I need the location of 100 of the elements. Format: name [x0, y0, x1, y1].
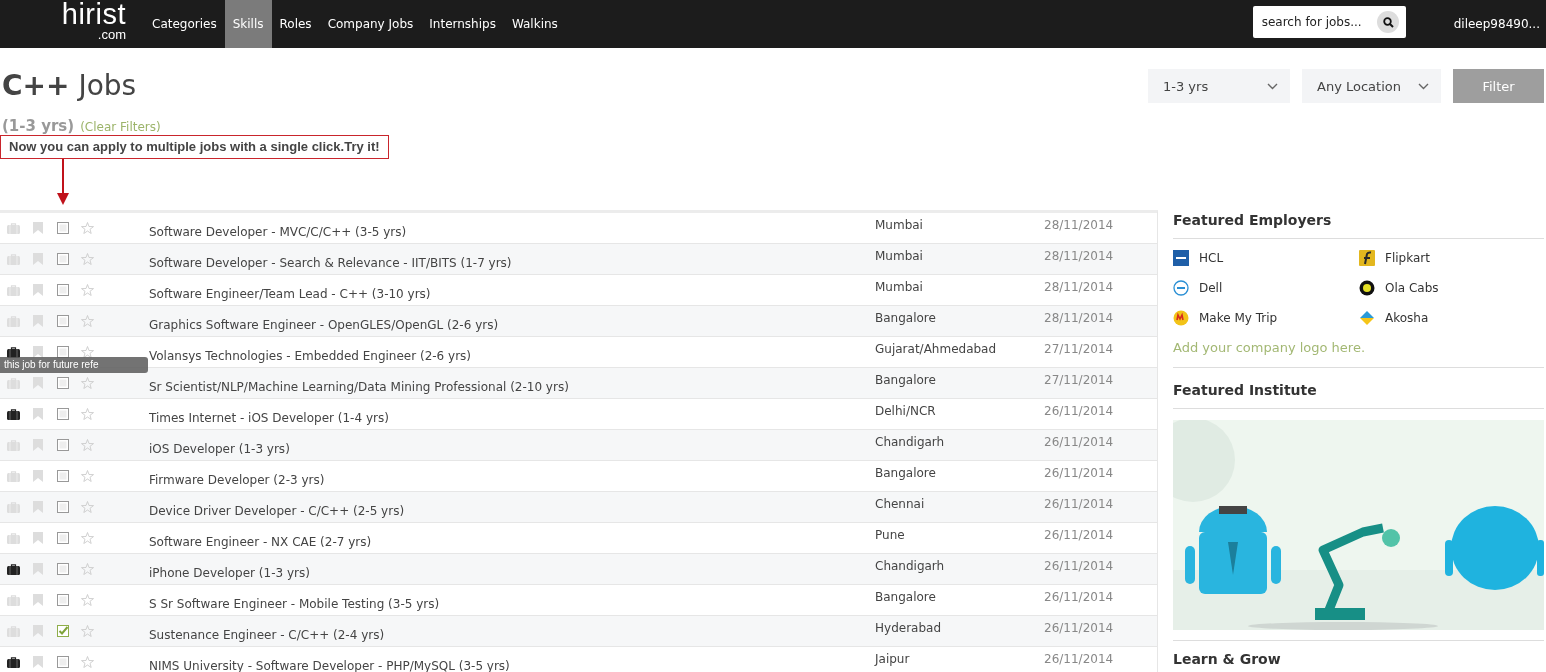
- notice-banner: Now you can apply to multiple jobs with a single click.Try it!: [0, 135, 389, 159]
- checkbox[interactable]: [57, 656, 69, 668]
- job-date: 26/11/2014: [1044, 559, 1115, 575]
- checkbox[interactable]: [57, 253, 69, 265]
- company-logo-icon: [1173, 280, 1189, 296]
- nav-tab[interactable]: Roles: [271, 0, 320, 48]
- job-title-link[interactable]: Volansys Technologies - Embedded Engineer (2-6 yrs): [149, 341, 875, 363]
- search-field[interactable]: search for jobs...: [1252, 6, 1371, 38]
- job-location: Mumbai: [875, 218, 924, 234]
- employer-link[interactable]: HCL: [1173, 250, 1359, 266]
- star-icon[interactable]: [81, 594, 94, 606]
- filter-dropdown[interactable]: 1-3 yrs: [1148, 69, 1290, 103]
- job-location: Chennai: [875, 497, 926, 513]
- job-date: 26/11/2014: [1044, 435, 1115, 451]
- employer-link[interactable]: Ola Cabs: [1359, 280, 1544, 296]
- checkbox[interactable]: [57, 625, 69, 637]
- job-title-link[interactable]: Software Developer - Search & Relevance - IIT/BITS (1-7 yrs): [149, 248, 875, 270]
- job-date: 27/11/2014: [1044, 342, 1115, 358]
- briefcase-icon[interactable]: [7, 656, 20, 668]
- job-title-link[interactable]: iPhone Developer (1-3 yrs): [149, 558, 875, 580]
- checkbox[interactable]: [57, 315, 69, 327]
- nav-tab[interactable]: Company Jobs: [319, 0, 422, 48]
- chevron-icon: [1418, 82, 1429, 90]
- tooltip: this job for future refe: [0, 357, 148, 373]
- job-title-link[interactable]: Graphics Software Engineer - OpenGLES/OpenGL (2-6 yrs): [149, 310, 875, 332]
- user-menu[interactable]: dileep98490...: [1453, 0, 1540, 48]
- employer-link[interactable]: Dell: [1173, 280, 1359, 296]
- job-title-link[interactable]: Software Engineer - NX CAE (2-7 yrs): [149, 527, 875, 549]
- page-title: C++ Jobs: [2, 69, 138, 103]
- star-icon[interactable]: [81, 284, 94, 296]
- star-icon[interactable]: [81, 253, 94, 265]
- job-location: Bangalore: [875, 311, 937, 327]
- job-location: Pune: [875, 528, 906, 544]
- checkbox[interactable]: [57, 377, 69, 389]
- checkbox[interactable]: [57, 408, 69, 420]
- job-date: 26/11/2014: [1044, 590, 1115, 606]
- star-icon[interactable]: [81, 470, 94, 482]
- checkbox[interactable]: [57, 532, 69, 544]
- section-heading: Featured Institute: [1173, 382, 1544, 409]
- job-date: 26/11/2014: [1044, 404, 1115, 420]
- star-icon[interactable]: [81, 563, 94, 575]
- briefcase-icon[interactable]: [7, 408, 20, 420]
- star-icon[interactable]: [81, 346, 94, 358]
- job-date: 28/11/2014: [1044, 311, 1115, 327]
- filter-dropdown[interactable]: Any Location: [1302, 69, 1441, 103]
- job-title-link[interactable]: Times Internet - iOS Developer (1-4 yrs): [149, 403, 875, 425]
- star-icon[interactable]: [81, 656, 94, 668]
- job-date: 27/11/2014: [1044, 373, 1115, 389]
- bookmark-icon[interactable]: [33, 346, 43, 358]
- arrow: [57, 159, 69, 205]
- employer-link[interactable]: Make My Trip: [1173, 310, 1359, 326]
- checkbox[interactable]: [57, 439, 69, 451]
- checkbox[interactable]: [57, 594, 69, 606]
- star-icon[interactable]: [81, 625, 94, 637]
- job-location: Mumbai: [875, 249, 924, 265]
- star-icon[interactable]: [81, 222, 94, 234]
- job-title-link[interactable]: NIMS University - Software Developer - PHP/MySQL (3-5 yrs): [149, 651, 875, 672]
- job-title-link[interactable]: Device Driver Developer - C/C++ (2-5 yrs): [149, 496, 875, 518]
- job-date: 26/11/2014: [1044, 528, 1115, 544]
- job-location: Bangalore: [875, 373, 937, 389]
- checkbox[interactable]: [57, 346, 69, 358]
- job-title-link[interactable]: Sr Scientist/NLP/Machine Learning/Data Mining Professional (2-10 yrs): [149, 372, 875, 394]
- star-icon[interactable]: [81, 532, 94, 544]
- checkbox[interactable]: [57, 470, 69, 482]
- nav-tab[interactable]: Walkins: [503, 0, 566, 48]
- checkbox[interactable]: [57, 222, 69, 234]
- nav-tab[interactable]: Internships: [421, 0, 504, 48]
- star-icon[interactable]: [81, 408, 94, 420]
- job-title-link[interactable]: Sustenance Engineer - C/C++ (2-4 yrs): [149, 620, 875, 642]
- job-title-link[interactable]: S Sr Software Engineer - Mobile Testing (3-5 yrs): [149, 589, 875, 611]
- search-button[interactable]: [1370, 6, 1406, 38]
- employer-link[interactable]: Akosha: [1359, 310, 1544, 326]
- star-icon[interactable]: [81, 377, 94, 389]
- star-icon[interactable]: [81, 315, 94, 327]
- section-heading: Learn & Grow: [1173, 650, 1282, 669]
- checkbox[interactable]: [57, 563, 69, 575]
- site-logo[interactable]: hirist .com: [53, 0, 126, 48]
- star-icon[interactable]: [81, 439, 94, 451]
- company-logo-icon: [1359, 310, 1375, 326]
- employer-link[interactable]: Flipkart: [1359, 250, 1544, 266]
- job-title-link[interactable]: Software Developer - MVC/C/C++ (3-5 yrs): [149, 217, 875, 239]
- star-icon[interactable]: [81, 501, 94, 513]
- job-date: 28/11/2014: [1044, 218, 1115, 234]
- job-title-link[interactable]: Software Engineer/Team Lead - C++ (3-10 yrs): [149, 279, 875, 301]
- job-location: Bangalore: [875, 590, 937, 606]
- chevron-icon: [1267, 82, 1278, 90]
- company-logo-icon: [1173, 250, 1189, 266]
- checkbox[interactable]: [57, 501, 69, 513]
- nav-tab[interactable]: Categories: [144, 0, 225, 48]
- job-title-link[interactable]: iOS Developer (1-3 yrs): [149, 434, 875, 456]
- checkbox[interactable]: [57, 284, 69, 296]
- active-filter: (1-3 yrs): [2, 117, 75, 135]
- job-date: 26/11/2014: [1044, 652, 1115, 668]
- job-title-link[interactable]: Firmware Developer (2-3 yrs): [149, 465, 875, 487]
- job-location: Hyderabad: [875, 621, 942, 637]
- briefcase-icon[interactable]: [7, 346, 20, 358]
- job-location: Delhi/NCR: [875, 404, 937, 420]
- job-date: 26/11/2014: [1044, 497, 1115, 513]
- nav-tab[interactable]: Skills: [224, 0, 272, 48]
- briefcase-icon[interactable]: [7, 563, 20, 575]
